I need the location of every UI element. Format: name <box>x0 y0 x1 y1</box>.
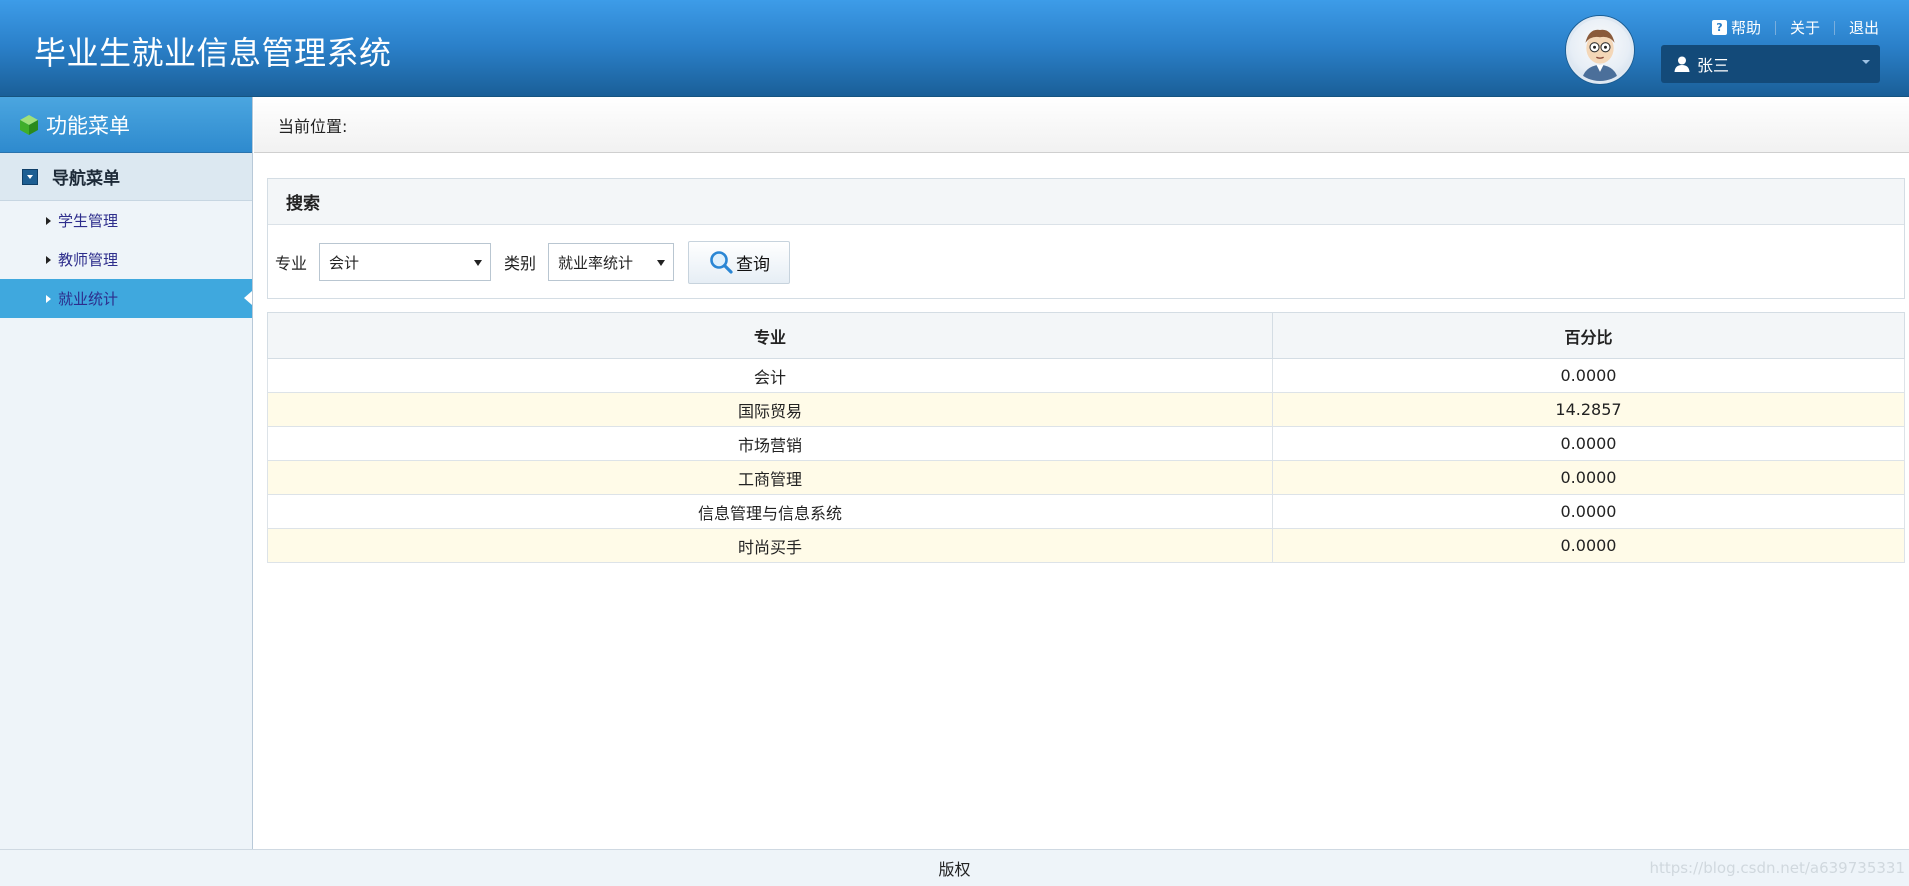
category-select-value: 就业率统计 <box>558 253 634 272</box>
table-row: 会计 0.0000 <box>267 358 1905 393</box>
query-button-label: 查询 <box>736 254 771 275</box>
triangle-right-icon <box>46 294 51 303</box>
cell-percentage: 14.2857 <box>1272 392 1905 427</box>
cell-percentage: 0.0000 <box>1272 460 1905 495</box>
table-row: 国际贸易 14.2857 <box>267 392 1905 427</box>
triangle-right-icon <box>46 216 51 225</box>
app-header: 毕业生就业信息管理系统 ? 帮助 关于 退出 张三 <box>0 0 1909 97</box>
sidebar: 功能菜单 导航菜单 学生管理 教师管理 就业统计 <box>0 97 253 849</box>
cell-percentage: 0.0000 <box>1272 528 1905 563</box>
watermark: https://blog.csdn.net/a639735331 <box>1649 859 1905 877</box>
cell-major: 工商管理 <box>267 460 1273 495</box>
dropdown-arrow-icon <box>657 260 666 266</box>
sidebar-header: 功能菜单 <box>0 97 252 153</box>
footer: 版权 <box>0 849 1909 886</box>
cell-percentage: 0.0000 <box>1272 358 1905 393</box>
cell-major: 时尚买手 <box>267 528 1273 563</box>
table-row: 信息管理与信息系统 0.0000 <box>267 494 1905 529</box>
cell-percentage: 0.0000 <box>1272 494 1905 529</box>
sidebar-item-label: 教师管理 <box>58 251 119 269</box>
sidebar-item-employment-stats[interactable]: 就业统计 <box>0 279 252 318</box>
search-form: 专业 会计 类别 就业率统计 查询 <box>268 225 1904 299</box>
user-dropdown[interactable]: 张三 <box>1661 45 1880 83</box>
divider <box>1774 20 1776 35</box>
table-row: 工商管理 0.0000 <box>267 460 1905 495</box>
cube-icon <box>20 114 38 135</box>
sidebar-item-label: 就业统计 <box>58 290 119 308</box>
chevron-down-icon <box>1862 60 1870 64</box>
nav-group-label: 导航菜单 <box>52 169 120 189</box>
user-avatar[interactable] <box>1566 16 1634 84</box>
nav-group-header[interactable]: 导航菜单 <box>0 153 252 201</box>
cell-major: 国际贸易 <box>267 392 1273 427</box>
cell-major: 会计 <box>267 358 1273 393</box>
breadcrumb-label: 当前位置: <box>278 116 348 136</box>
employment-stats-table: 专业 百分比 会计 0.0000 国际贸易 14.2857 市场营销 0.000… <box>267 312 1905 563</box>
major-label: 专业 <box>275 254 308 273</box>
category-select[interactable]: 就业率统计 <box>548 243 675 281</box>
search-panel-title: 搜索 <box>268 179 1904 225</box>
search-icon <box>710 251 733 274</box>
cell-major: 信息管理与信息系统 <box>267 494 1273 529</box>
divider <box>1833 20 1835 35</box>
collapse-toggle-icon[interactable] <box>22 168 38 185</box>
major-select[interactable]: 会计 <box>319 243 492 281</box>
table-header-row: 专业 百分比 <box>267 312 1905 359</box>
major-select-value: 会计 <box>329 253 360 272</box>
help-icon[interactable]: ? <box>1711 20 1727 35</box>
triangle-right-icon <box>46 255 51 264</box>
logout-link[interactable]: 退出 <box>1849 17 1879 38</box>
top-links: ? 帮助 关于 退出 <box>1711 17 1879 38</box>
user-icon <box>1674 56 1690 72</box>
search-panel: 搜索 专业 会计 类别 就业率统计 查询 <box>267 178 1905 299</box>
sidebar-item-teacher-management[interactable]: 教师管理 <box>0 240 252 279</box>
user-name: 张三 <box>1697 56 1730 75</box>
sidebar-item-label: 学生管理 <box>58 212 119 230</box>
sidebar-item-student-management[interactable]: 学生管理 <box>0 201 252 240</box>
column-header-major: 专业 <box>267 312 1273 359</box>
cell-percentage: 0.0000 <box>1272 426 1905 461</box>
table-row: 市场营销 0.0000 <box>267 426 1905 461</box>
help-link[interactable]: 帮助 <box>1731 17 1761 38</box>
avatar-icon <box>1581 29 1619 81</box>
column-header-percentage: 百分比 <box>1272 312 1905 359</box>
breadcrumb: 当前位置: <box>254 97 1909 153</box>
about-link[interactable]: 关于 <box>1790 17 1820 38</box>
app-title: 毕业生就业信息管理系统 <box>34 34 392 72</box>
query-button[interactable]: 查询 <box>688 240 791 284</box>
dropdown-arrow-icon <box>474 260 483 266</box>
table-row: 时尚买手 0.0000 <box>267 528 1905 563</box>
category-label: 类别 <box>504 254 537 273</box>
cell-major: 市场营销 <box>267 426 1273 461</box>
copyright-label: 版权 <box>938 860 971 879</box>
sidebar-title: 功能菜单 <box>46 113 130 138</box>
